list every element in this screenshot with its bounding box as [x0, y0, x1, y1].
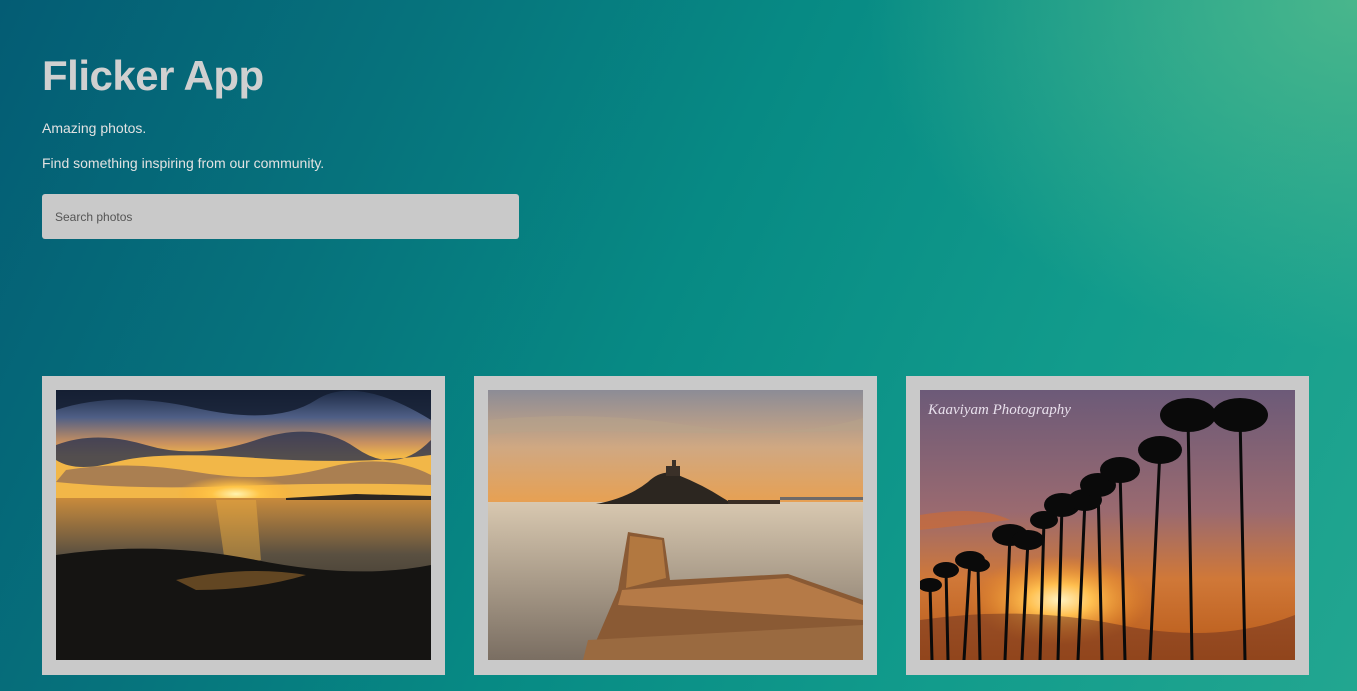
page-title: Flicker App [42, 52, 264, 99]
photo-card[interactable] [42, 376, 445, 675]
photo-card[interactable] [474, 376, 877, 675]
watermark-text: Kaaviyam Photography [927, 402, 1071, 418]
photo-card[interactable]: Kaaviyam Photography [906, 376, 1309, 675]
tagline-text: Amazing photos. [42, 120, 147, 136]
palm-trees-sunset-photo[interactable]: Kaaviyam Photography [920, 390, 1295, 660]
island-castle-photo[interactable] [488, 390, 863, 660]
search-input[interactable] [42, 194, 519, 239]
subtitle-text: Find something inspiring from our commun… [42, 155, 325, 171]
hero-section: Flicker App Amazing photos. Find somethi… [42, 52, 324, 171]
beach-sunset-photo[interactable] [56, 390, 431, 660]
